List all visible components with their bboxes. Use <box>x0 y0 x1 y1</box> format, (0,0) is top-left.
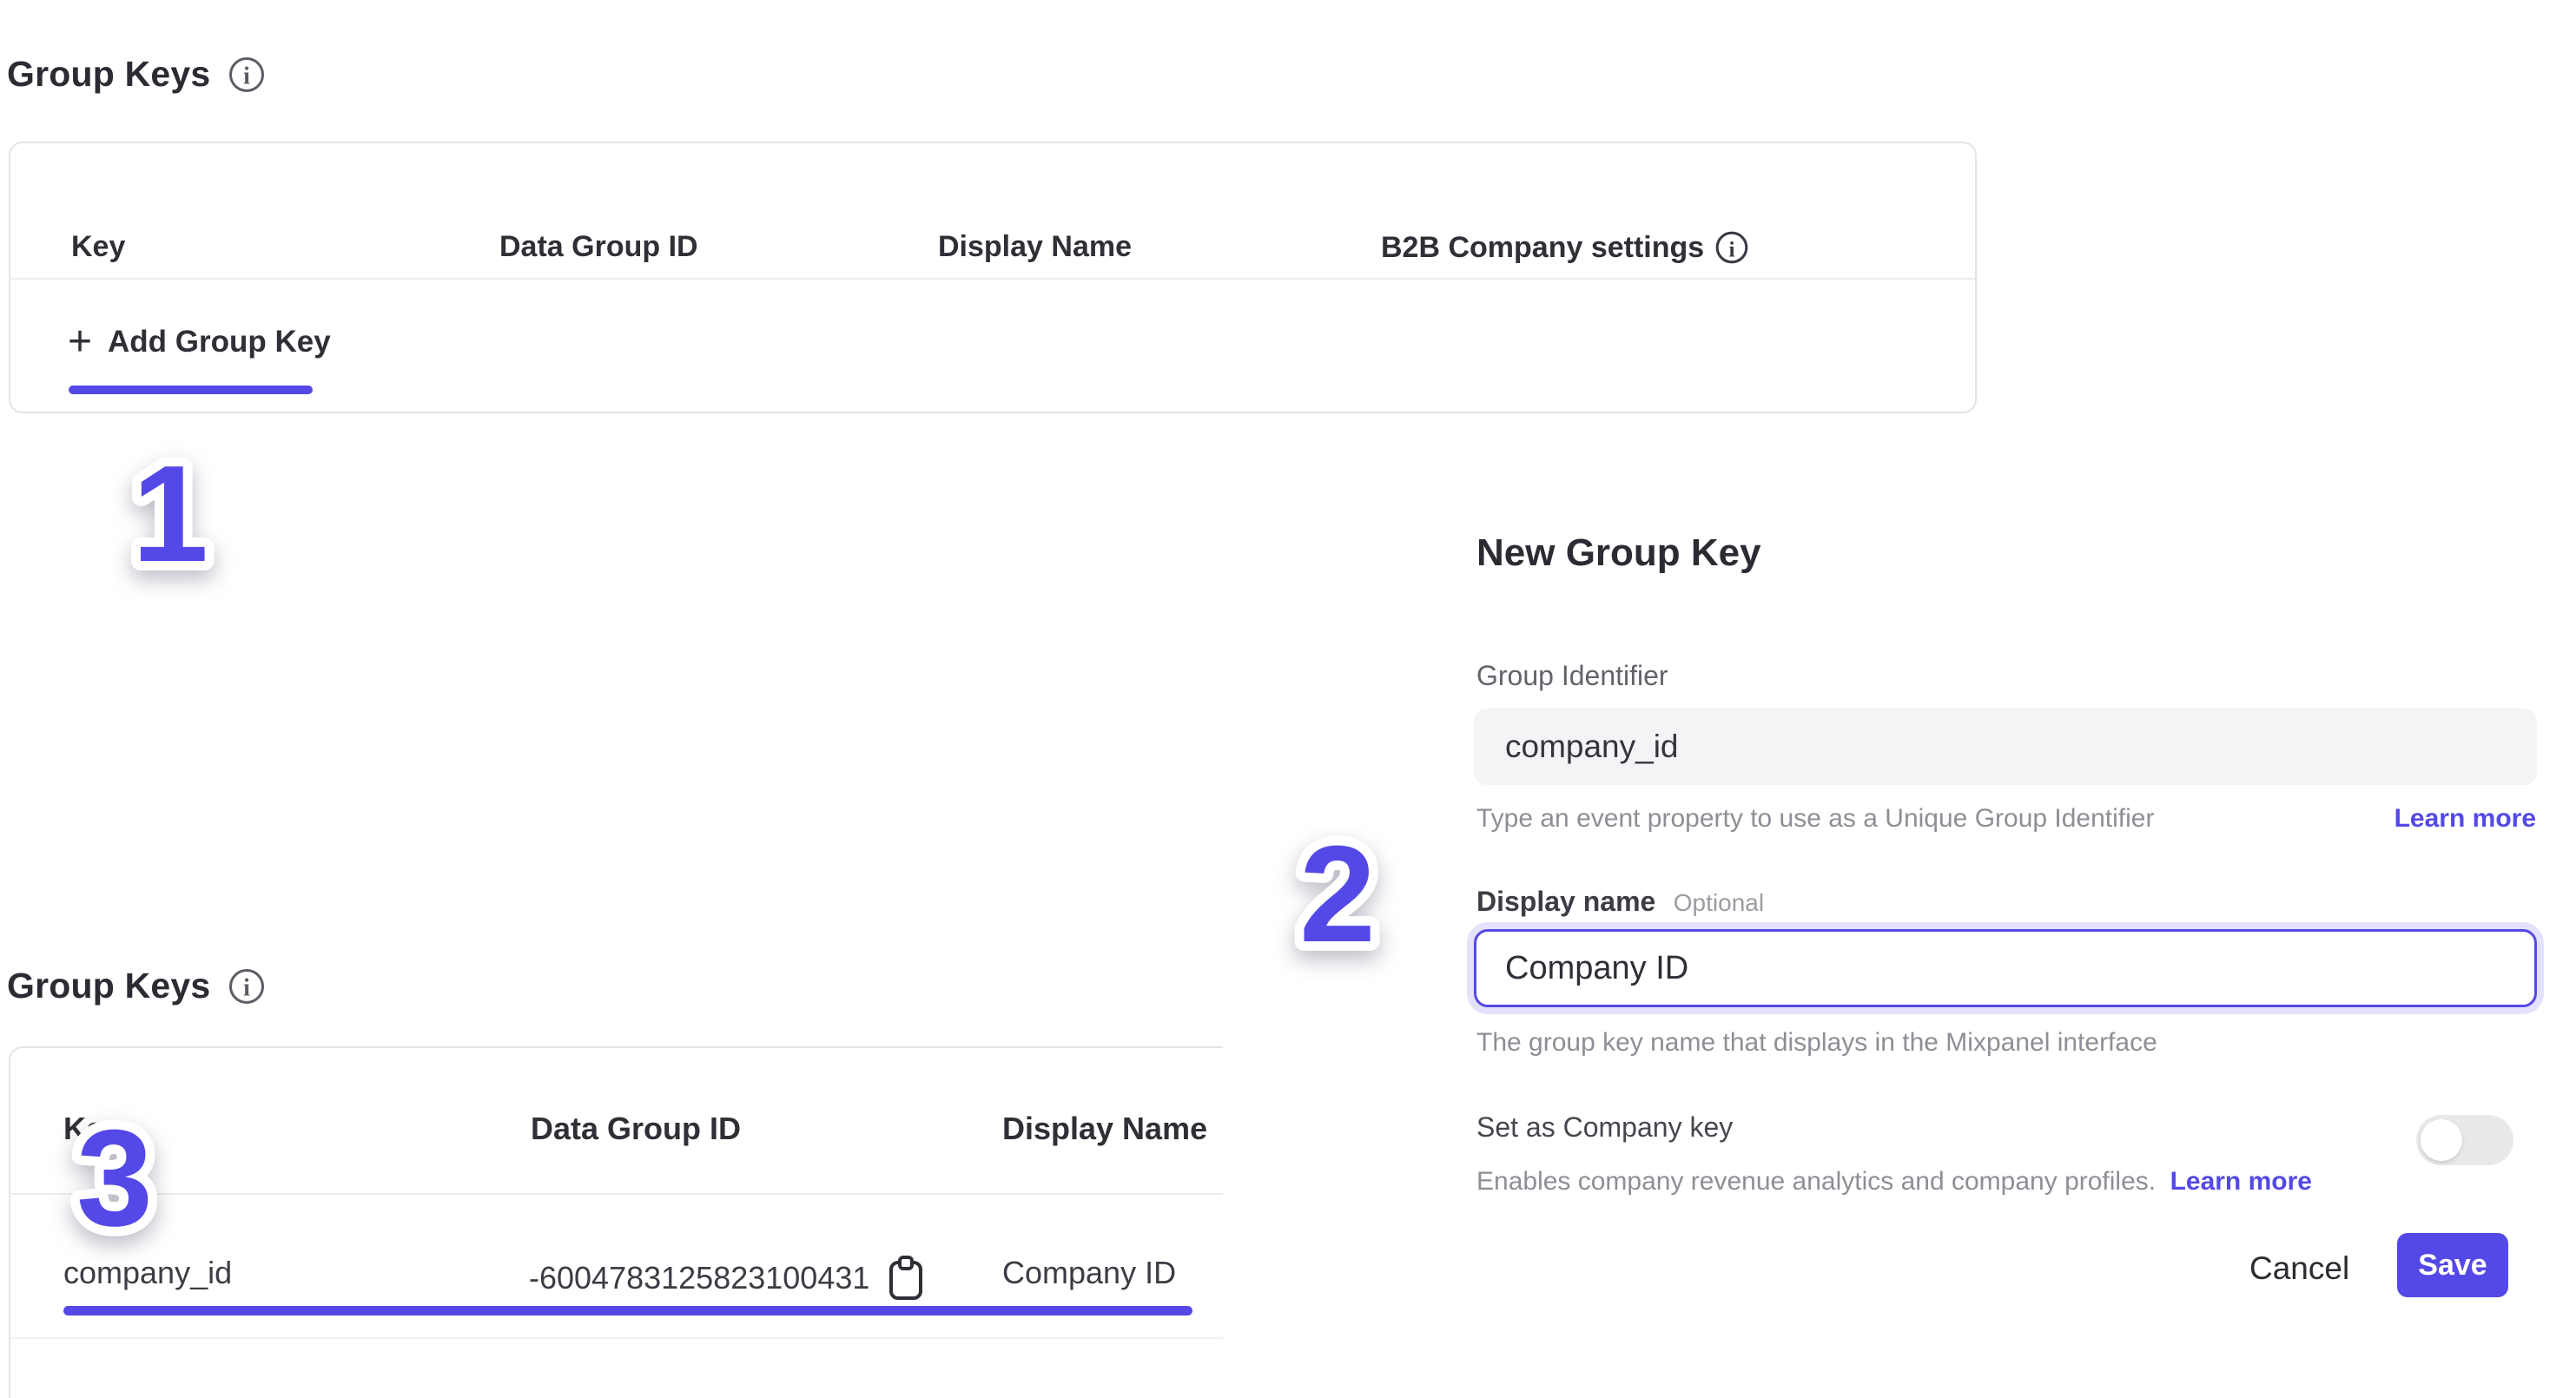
display-name-helper: The group key name that displays in the … <box>1476 1028 2157 1058</box>
plus-icon: + <box>68 321 92 363</box>
step-badge-1: 1 <box>70 408 270 608</box>
top-section-heading: Group Keys i <box>7 54 266 95</box>
table-header-divider <box>10 1193 1223 1195</box>
svg-text:i: i <box>244 63 251 89</box>
group-identifier-input[interactable] <box>1474 709 2537 785</box>
learn-more-link[interactable]: Learn more <box>2394 804 2536 834</box>
info-icon[interactable]: i <box>228 967 266 1006</box>
step3-highlight-underline <box>63 1306 1192 1316</box>
cancel-button[interactable]: Cancel <box>2249 1250 2349 1287</box>
row-divider <box>10 1337 1223 1339</box>
form-title: New Group Key <box>1476 531 1761 575</box>
column-header-display-name: Display Name <box>1002 1111 1207 1147</box>
toggle-knob <box>2421 1119 2462 1161</box>
company-key-toggle[interactable] <box>2416 1115 2513 1165</box>
step1-highlight-underline <box>69 386 313 394</box>
column-header-data-group-id: Data Group ID <box>531 1111 741 1147</box>
page: Group Keys i Key Data Group ID Display N… <box>0 0 2576 1398</box>
display-name-label: Display name <box>1476 886 1655 917</box>
column-header-key: Key <box>63 1111 121 1147</box>
svg-text:2: 2 <box>1299 818 1376 971</box>
add-group-key-button[interactable]: + Add Group Key <box>68 321 331 363</box>
bottom-section-heading: Group Keys i <box>7 966 266 1006</box>
company-key-label: Set as Company key <box>1476 1111 1733 1144</box>
group-identifier-label: Group Identifier <box>1476 660 1668 692</box>
svg-text:i: i <box>244 974 251 1001</box>
top-section-title: Group Keys <box>7 54 210 95</box>
optional-tag: Optional <box>1674 889 1764 916</box>
company-key-helper-row: Enables company revenue analytics and co… <box>1476 1167 2312 1197</box>
info-icon[interactable]: i <box>228 56 266 94</box>
add-group-key-label: Add Group Key <box>108 325 331 359</box>
group-keys-table: Key Data Group ID Display Name B2B Compa… <box>9 142 1977 413</box>
row-cell-display-name: Company ID <box>1002 1255 1176 1291</box>
column-header-display-name: Display Name <box>938 230 1132 264</box>
info-icon[interactable]: i <box>1714 230 1749 265</box>
group-identifier-helper: Type an event property to use as a Uniqu… <box>1476 804 2154 834</box>
svg-text:i: i <box>1729 236 1735 261</box>
bottom-section-title: Group Keys <box>7 966 210 1006</box>
copy-to-clipboard-icon[interactable] <box>887 1255 925 1302</box>
display-name-input[interactable] <box>1474 929 2537 1007</box>
row-cell-data-group-id: -6004783125823100431 <box>529 1255 925 1302</box>
row-cell-key: company_id <box>63 1255 232 1291</box>
svg-text:1: 1 <box>132 438 208 590</box>
column-header-b2b-settings: B2B Company settings i <box>1381 230 1749 265</box>
table-header-divider <box>10 278 1975 280</box>
group-keys-result-table: Key Data Group ID Display Name company_i… <box>9 1046 1223 1398</box>
column-header-data-group-id: Data Group ID <box>499 230 698 264</box>
learn-more-link[interactable]: Learn more <box>2170 1167 2312 1196</box>
column-header-key: Key <box>71 230 125 264</box>
company-key-helper: Enables company revenue analytics and co… <box>1476 1167 2156 1196</box>
save-button[interactable]: Save <box>2397 1233 2508 1297</box>
step-badge-2: 2 <box>1238 788 1437 988</box>
display-name-label-row: Display name Optional <box>1476 886 1764 918</box>
